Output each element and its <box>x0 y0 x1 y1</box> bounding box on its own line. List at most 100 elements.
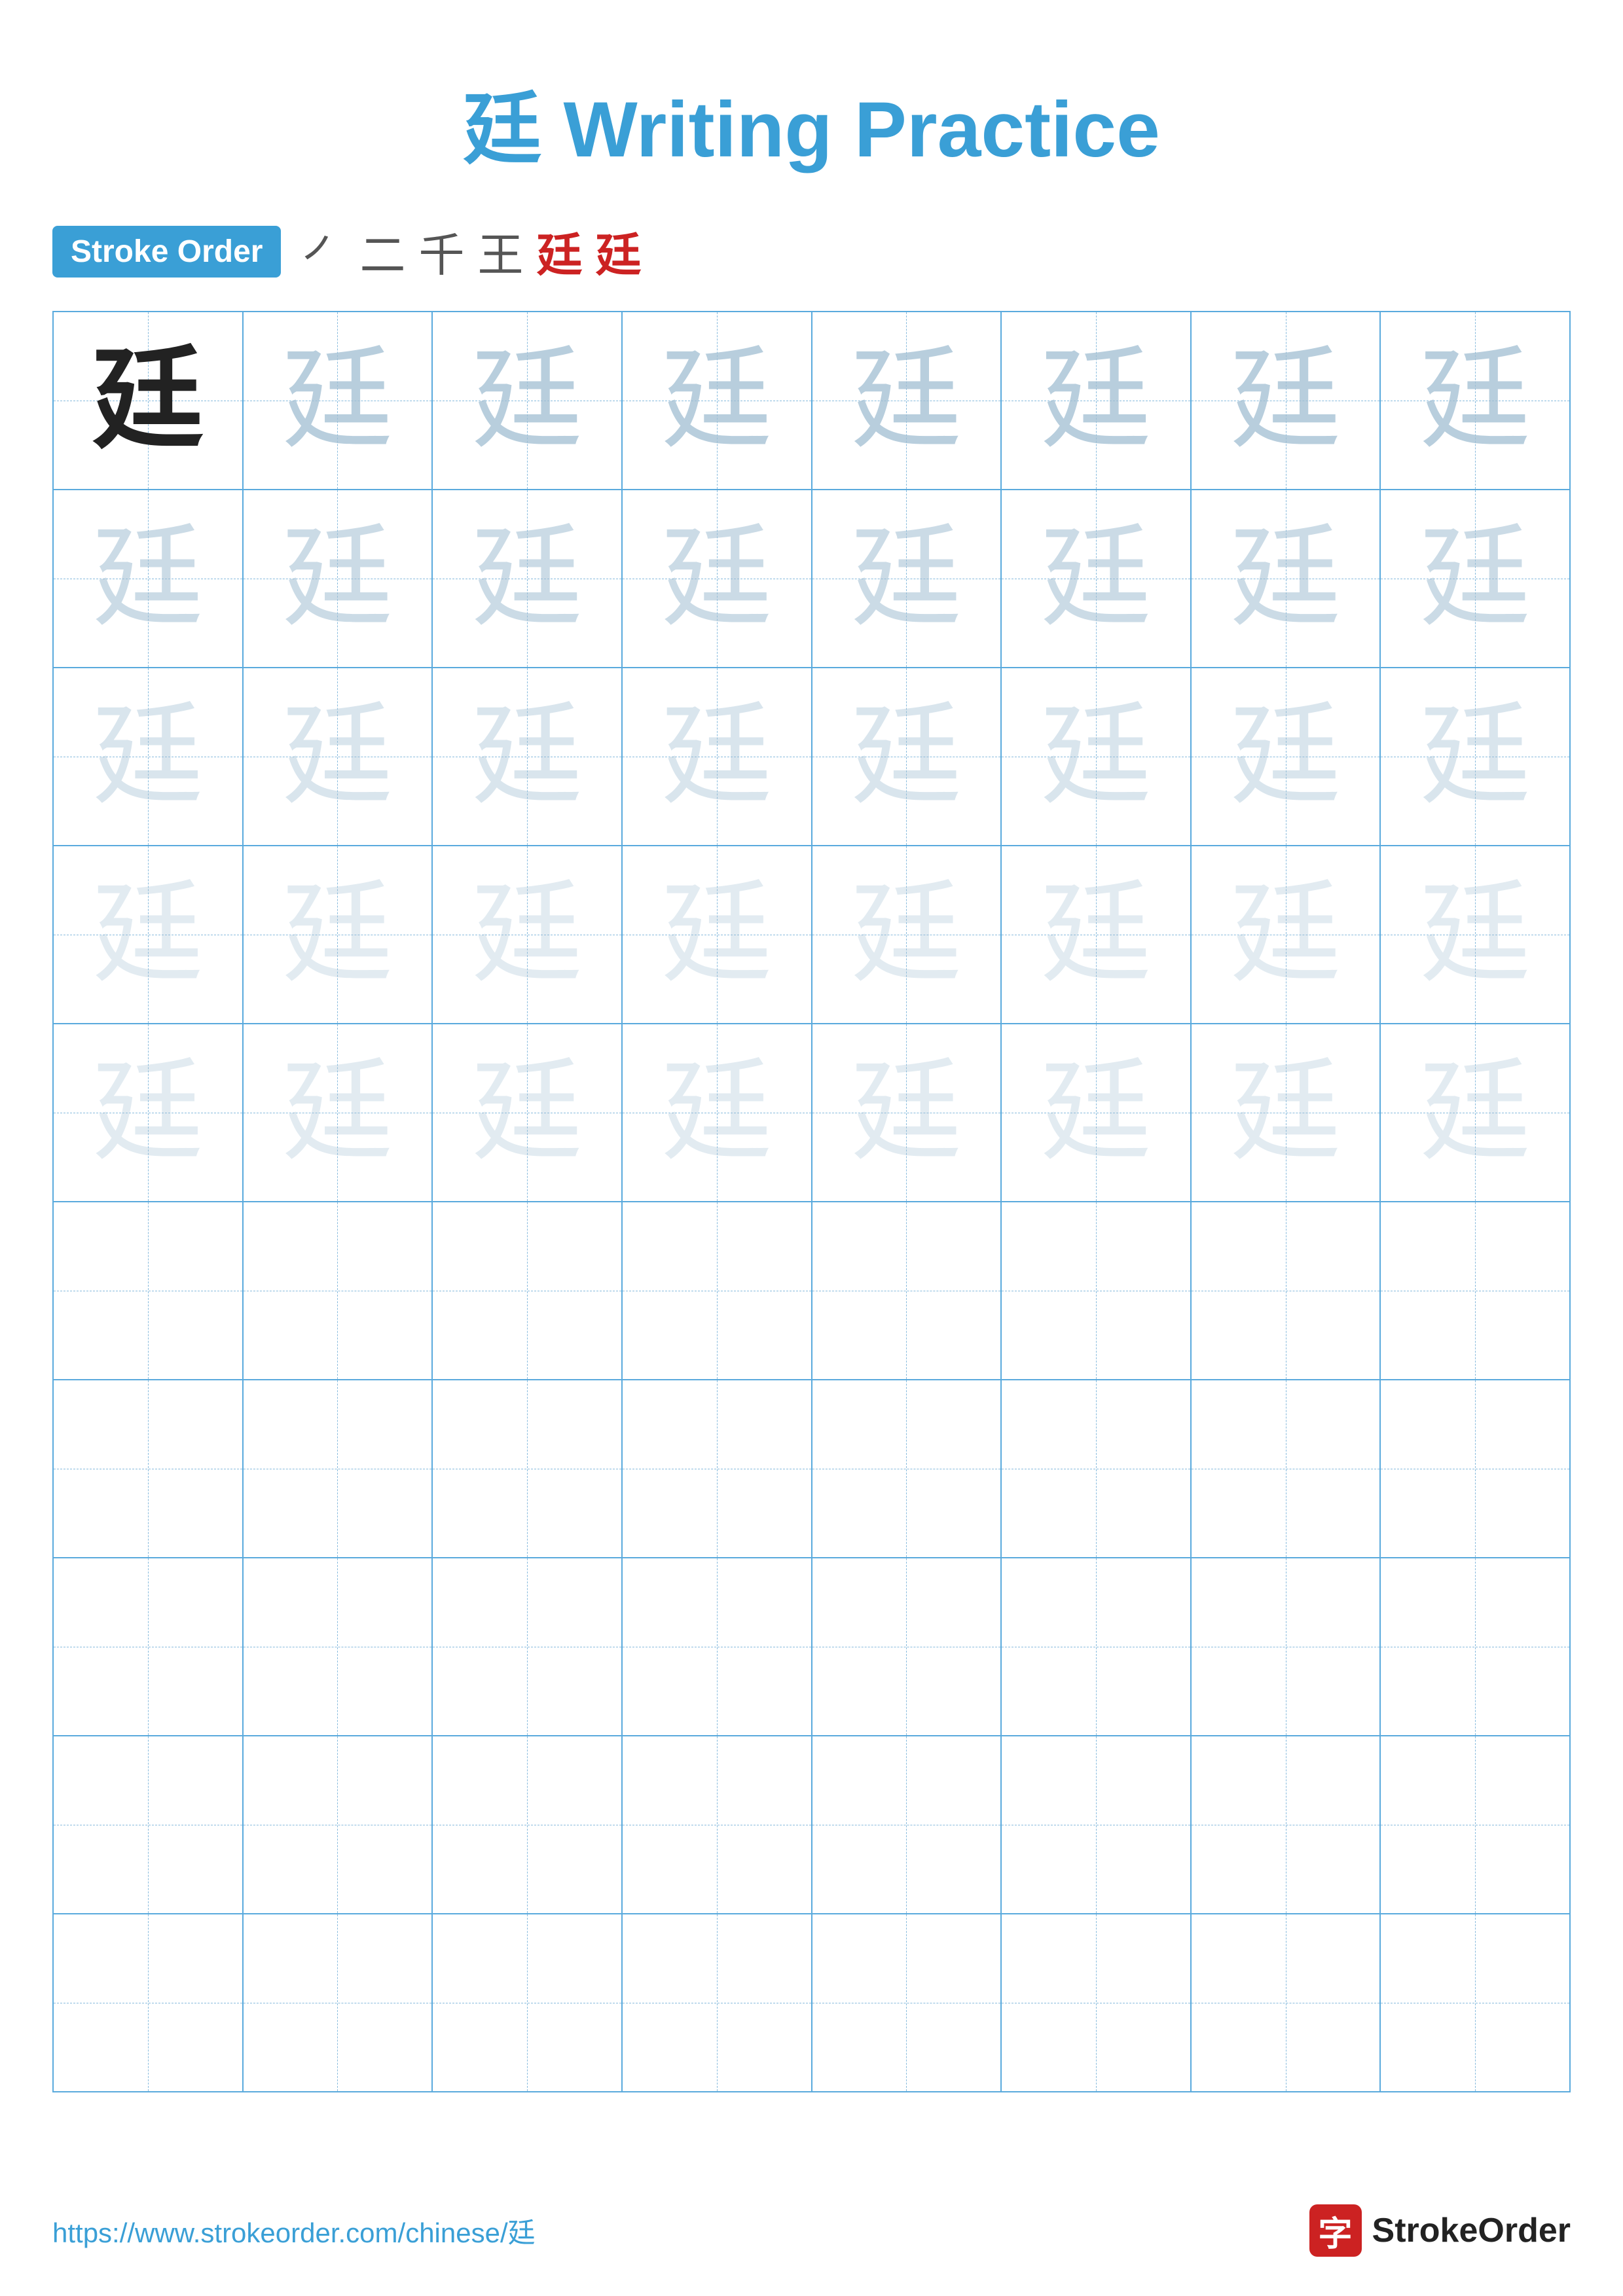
char-guide: 廷 <box>1419 345 1531 456</box>
grid-cell-2-4[interactable]: 廷 <box>623 490 812 667</box>
grid-cell-4-3[interactable]: 廷 <box>433 846 623 1023</box>
grid-cell-1-6[interactable]: 廷 <box>1002 312 1192 489</box>
grid-cell-9-1[interactable] <box>54 1736 244 1913</box>
grid-cell-10-3[interactable] <box>433 1914 623 2091</box>
grid-cell-10-7[interactable] <box>1192 1914 1381 2091</box>
grid-cell-10-5[interactable] <box>812 1914 1002 2091</box>
grid-cell-2-5[interactable]: 廷 <box>812 490 1002 667</box>
grid-cell-9-8[interactable] <box>1381 1736 1571 1913</box>
grid-cell-10-6[interactable] <box>1002 1914 1192 2091</box>
grid-cell-10-2[interactable] <box>244 1914 433 2091</box>
grid-cell-5-7[interactable]: 廷 <box>1192 1024 1381 1201</box>
footer-url[interactable]: https://www.strokeorder.com/chinese/廷 <box>52 2211 536 2251</box>
grid-cell-2-7[interactable]: 廷 <box>1192 490 1381 667</box>
grid-cell-6-4[interactable] <box>623 1202 812 1379</box>
grid-cell-10-8[interactable] <box>1381 1914 1571 2091</box>
grid-cell-5-8[interactable]: 廷 <box>1381 1024 1571 1201</box>
grid-cell-5-1[interactable]: 廷 <box>54 1024 244 1201</box>
grid-cell-7-5[interactable] <box>812 1380 1002 1557</box>
grid-cell-6-7[interactable] <box>1192 1202 1381 1379</box>
grid-cell-9-6[interactable] <box>1002 1736 1192 1913</box>
grid-cell-6-6[interactable] <box>1002 1202 1192 1379</box>
grid-cell-9-4[interactable] <box>623 1736 812 1913</box>
grid-cell-5-3[interactable]: 廷 <box>433 1024 623 1201</box>
page-title: 廷 Writing Practice <box>463 86 1160 173</box>
grid-cell-8-7[interactable] <box>1192 1558 1381 1735</box>
char-guide: 廷 <box>92 1057 204 1168</box>
grid-cell-3-5[interactable]: 廷 <box>812 668 1002 845</box>
grid-cell-1-2[interactable]: 廷 <box>244 312 433 489</box>
char-guide: 廷 <box>661 523 773 634</box>
grid-cell-8-3[interactable] <box>433 1558 623 1735</box>
grid-cell-5-5[interactable]: 廷 <box>812 1024 1002 1201</box>
grid-cell-4-6[interactable]: 廷 <box>1002 846 1192 1023</box>
grid-cell-2-2[interactable]: 廷 <box>244 490 433 667</box>
grid-cell-8-8[interactable] <box>1381 1558 1571 1735</box>
char-guide: 廷 <box>282 345 393 456</box>
grid-cell-3-2[interactable]: 廷 <box>244 668 433 845</box>
grid-cell-4-2[interactable]: 廷 <box>244 846 433 1023</box>
grid-cell-6-5[interactable] <box>812 1202 1002 1379</box>
grid-cell-2-6[interactable]: 廷 <box>1002 490 1192 667</box>
grid-cell-4-1[interactable]: 廷 <box>54 846 244 1023</box>
grid-cell-7-1[interactable] <box>54 1380 244 1557</box>
grid-cell-2-3[interactable]: 廷 <box>433 490 623 667</box>
grid-row-6 <box>54 1202 1571 1380</box>
grid-cell-10-1[interactable] <box>54 1914 244 2091</box>
grid-cell-8-1[interactable] <box>54 1558 244 1735</box>
grid-cell-7-6[interactable] <box>1002 1380 1192 1557</box>
char-guide: 廷 <box>282 879 393 990</box>
grid-cell-8-6[interactable] <box>1002 1558 1192 1735</box>
grid-cell-8-2[interactable] <box>244 1558 433 1735</box>
stroke-4: 王 <box>477 219 523 285</box>
grid-row-10 <box>54 1914 1571 2092</box>
grid-cell-3-4[interactable]: 廷 <box>623 668 812 845</box>
char-guide: 廷 <box>92 523 204 634</box>
grid-row-1: 廷 廷 廷 廷 廷 廷 廷 廷 <box>54 312 1571 490</box>
grid-cell-4-8[interactable]: 廷 <box>1381 846 1571 1023</box>
grid-cell-1-4[interactable]: 廷 <box>623 312 812 489</box>
grid-cell-1-8[interactable]: 廷 <box>1381 312 1571 489</box>
grid-cell-9-2[interactable] <box>244 1736 433 1913</box>
grid-cell-6-3[interactable] <box>433 1202 623 1379</box>
stroke-sequence: ㇒ 二 千 王 廷 廷 <box>301 219 641 285</box>
grid-cell-5-4[interactable]: 廷 <box>623 1024 812 1201</box>
grid-cell-4-4[interactable]: 廷 <box>623 846 812 1023</box>
grid-cell-2-1[interactable]: 廷 <box>54 490 244 667</box>
grid-cell-1-5[interactable]: 廷 <box>812 312 1002 489</box>
grid-cell-6-8[interactable] <box>1381 1202 1571 1379</box>
char-guide: 廷 <box>92 701 204 812</box>
grid-cell-1-1[interactable]: 廷 <box>54 312 244 489</box>
char-guide: 廷 <box>850 345 962 456</box>
char-dark: 廷 <box>92 345 204 456</box>
grid-cell-3-6[interactable]: 廷 <box>1002 668 1192 845</box>
char-guide: 廷 <box>661 879 773 990</box>
grid-cell-5-6[interactable]: 廷 <box>1002 1024 1192 1201</box>
grid-cell-6-2[interactable] <box>244 1202 433 1379</box>
grid-cell-1-3[interactable]: 廷 <box>433 312 623 489</box>
grid-cell-8-5[interactable] <box>812 1558 1002 1735</box>
grid-cell-3-8[interactable]: 廷 <box>1381 668 1571 845</box>
grid-cell-9-3[interactable] <box>433 1736 623 1913</box>
grid-cell-7-4[interactable] <box>623 1380 812 1557</box>
grid-cell-5-2[interactable]: 廷 <box>244 1024 433 1201</box>
grid-cell-6-1[interactable] <box>54 1202 244 1379</box>
grid-cell-4-7[interactable]: 廷 <box>1192 846 1381 1023</box>
char-guide: 廷 <box>92 879 204 990</box>
grid-cell-7-3[interactable] <box>433 1380 623 1557</box>
grid-cell-9-5[interactable] <box>812 1736 1002 1913</box>
grid-cell-2-8[interactable]: 廷 <box>1381 490 1571 667</box>
grid-cell-3-3[interactable]: 廷 <box>433 668 623 845</box>
char-guide: 廷 <box>471 879 583 990</box>
grid-cell-1-7[interactable]: 廷 <box>1192 312 1381 489</box>
grid-cell-3-7[interactable]: 廷 <box>1192 668 1381 845</box>
title-area: 廷 Writing Practice <box>463 65 1160 179</box>
grid-cell-4-5[interactable]: 廷 <box>812 846 1002 1023</box>
grid-cell-7-8[interactable] <box>1381 1380 1571 1557</box>
grid-cell-10-4[interactable] <box>623 1914 812 2091</box>
grid-cell-9-7[interactable] <box>1192 1736 1381 1913</box>
grid-cell-7-2[interactable] <box>244 1380 433 1557</box>
grid-cell-7-7[interactable] <box>1192 1380 1381 1557</box>
grid-cell-3-1[interactable]: 廷 <box>54 668 244 845</box>
grid-cell-8-4[interactable] <box>623 1558 812 1735</box>
